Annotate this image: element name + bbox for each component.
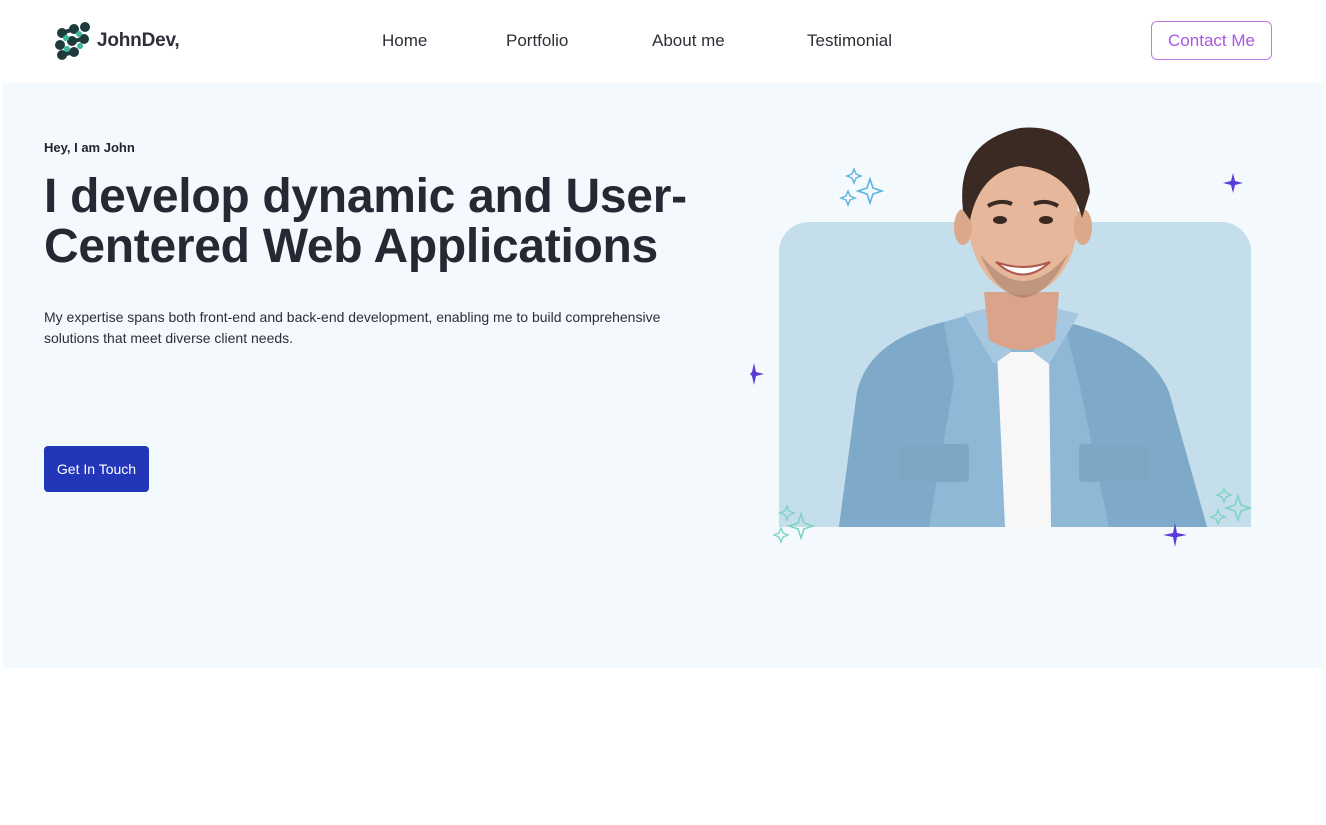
nav-link-home[interactable]: Home	[382, 31, 427, 51]
brand-name: JohnDev,	[97, 30, 180, 51]
star-icon	[750, 363, 764, 385]
star-icon	[1163, 523, 1187, 547]
hero-description: My expertise spans both front-end and ba…	[44, 309, 661, 346]
brand-logo[interactable]: JohnDev,	[54, 21, 180, 61]
sparkle-icon	[773, 504, 815, 544]
sparkle-icon	[1209, 486, 1252, 526]
sparkle-icon	[839, 167, 884, 207]
hero-greeting: Hey, I am John	[44, 140, 135, 155]
get-in-touch-button[interactable]: Get In Touch	[44, 446, 149, 492]
profile-head	[954, 127, 1092, 298]
dna-logo-icon	[55, 22, 90, 60]
contact-me-button[interactable]: Contact Me	[1151, 21, 1272, 60]
nav-link-about[interactable]: About me	[652, 31, 725, 51]
nav-link-portfolio[interactable]: Portfolio	[506, 31, 568, 51]
navbar: JohnDev, Home Portfolio About me Testimo…	[0, 0, 1326, 83]
nav-link-testimonial[interactable]: Testimonial	[807, 31, 892, 51]
hero-headline: I develop dynamic and User-Centered Web …	[44, 170, 687, 273]
star-icon	[1223, 173, 1243, 193]
